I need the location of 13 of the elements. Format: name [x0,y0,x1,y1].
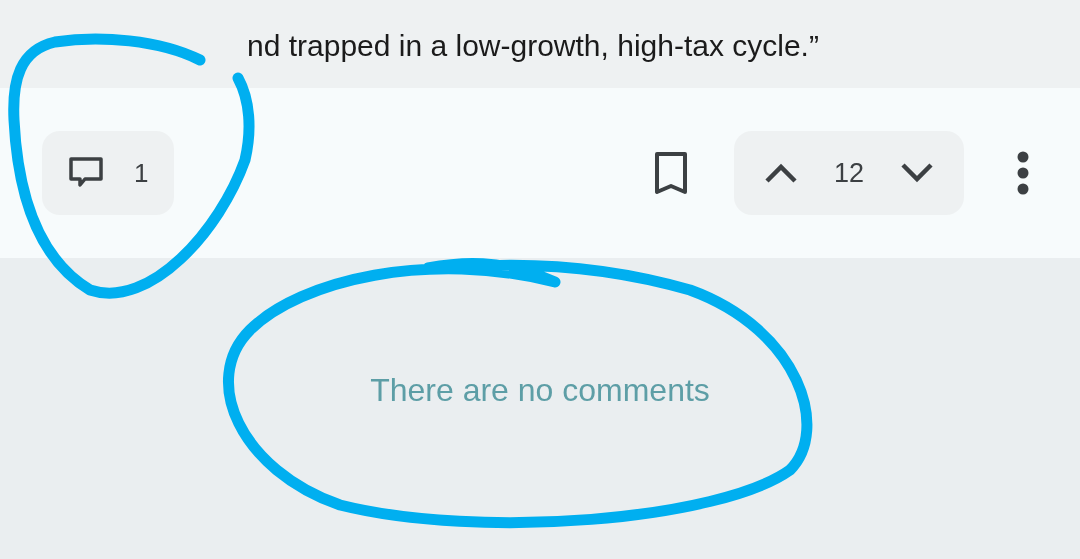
chevron-up-icon [764,163,798,183]
comments-button[interactable]: 1 [42,131,175,215]
empty-comments-message: There are no comments [370,371,710,410]
article-text-line: nd trapped in a low-growth, high-tax cycle.” [247,28,820,64]
more-button[interactable] [1016,151,1030,195]
bookmark-icon [654,151,688,195]
more-icon [1016,151,1030,195]
chevron-down-icon [900,163,934,183]
upvote-button[interactable] [764,163,798,183]
vote-score: 12 [833,156,864,190]
downvote-button[interactable] [900,163,934,183]
bookmark-button[interactable] [654,151,688,195]
comment-icon [68,156,104,190]
